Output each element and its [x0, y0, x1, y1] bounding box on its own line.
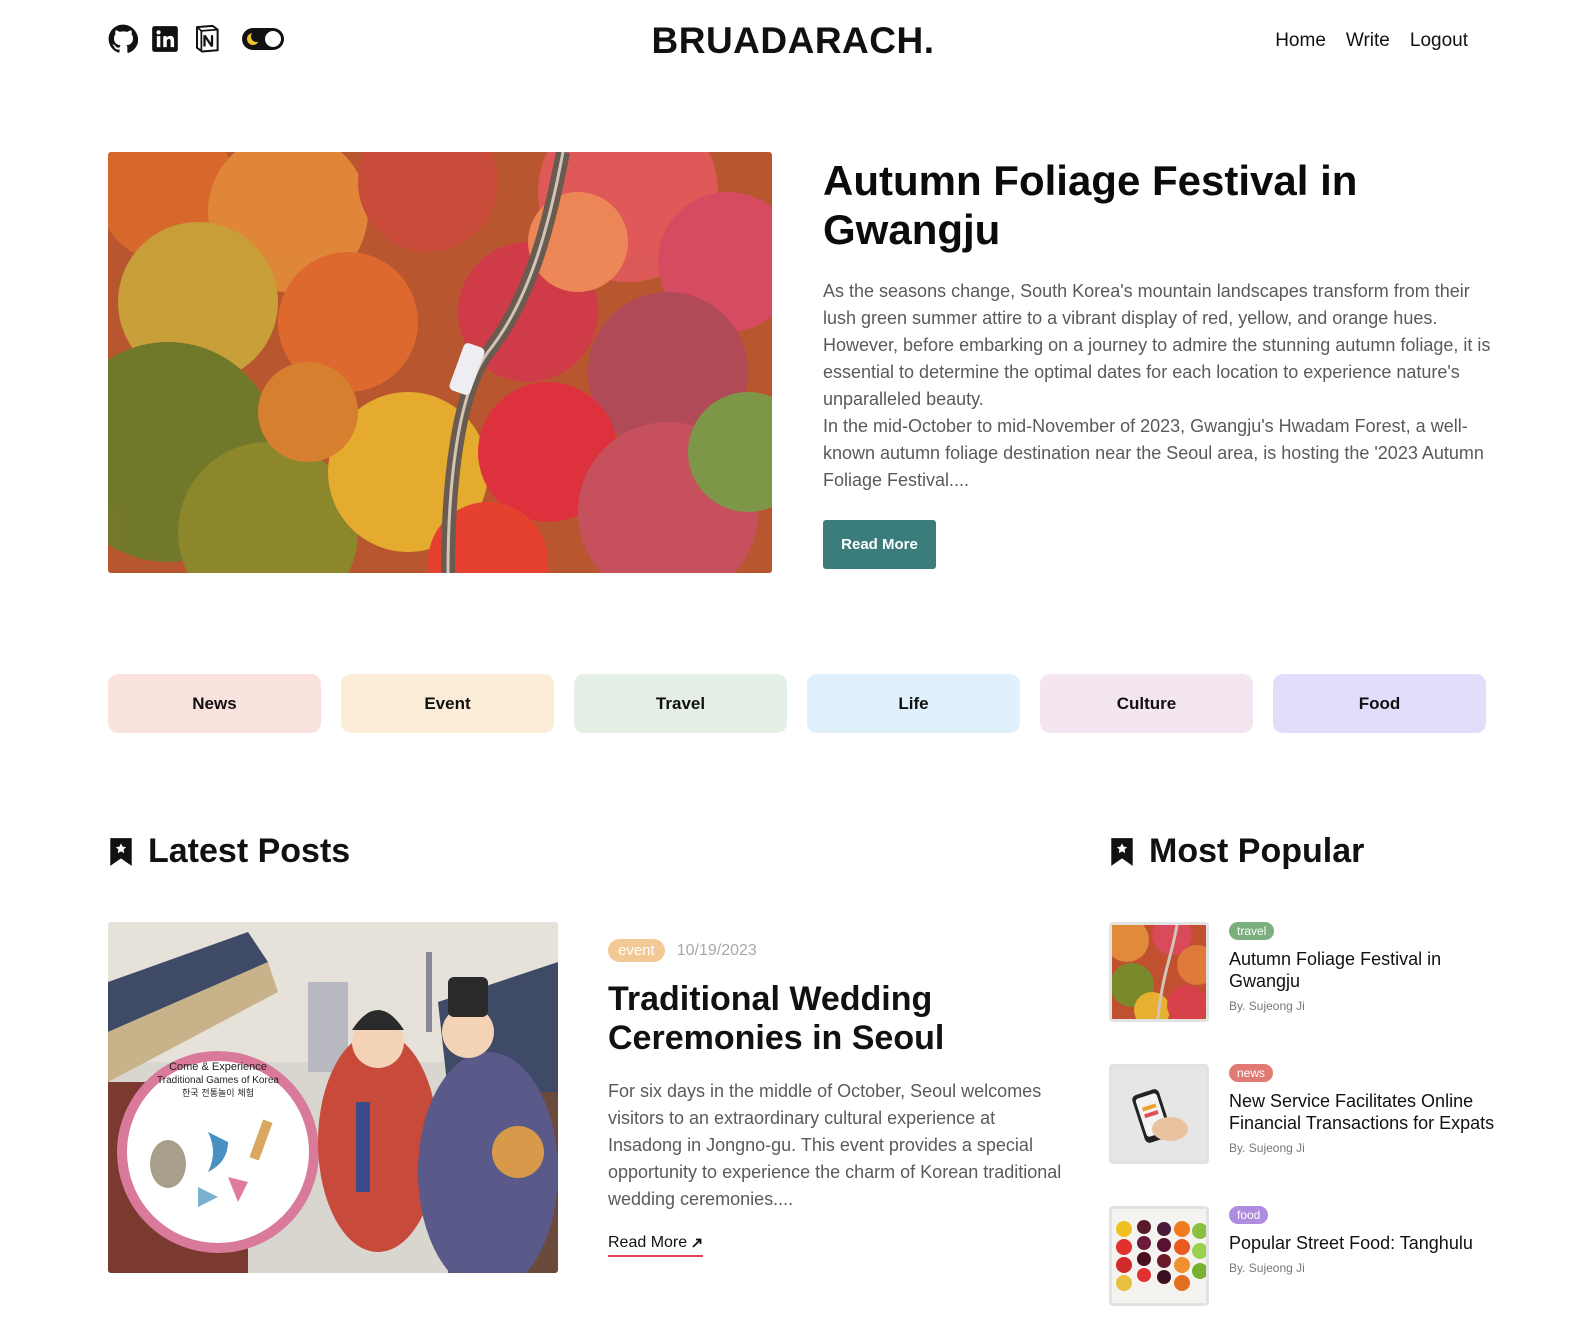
nav-logout[interactable]: Logout — [1410, 30, 1468, 52]
popular-author: By. Sujeong Ji — [1229, 1261, 1305, 1275]
category-label: Food — [1358, 693, 1401, 713]
image-caption-3: 한국 전통놀이 체험 — [182, 1088, 254, 1099]
category-label: Travel — [655, 693, 706, 713]
post-date: 10/19/2023 — [676, 941, 757, 959]
category-life[interactable]: Life — [807, 674, 1020, 733]
popular-title[interactable]: Autumn Foliage Festival in Gwangju — [1229, 948, 1499, 992]
hero-excerpt: As the seasons change, South Korea's mou… — [823, 278, 1493, 494]
latest-post-excerpt: For six days in the middle of October, S… — [608, 1081, 1062, 1209]
popular-badge[interactable]: news — [1229, 1064, 1274, 1082]
arrow-up-right-icon — [692, 1238, 702, 1248]
post-meta: event 10/19/2023 — [608, 939, 757, 962]
nav-write[interactable]: Write — [1346, 30, 1390, 52]
latest-posts-heading: Latest Posts — [108, 832, 350, 871]
nav-home[interactable]: Home — [1275, 30, 1326, 52]
hero-title[interactable]: Autumn Foliage Festival in Gwangju — [823, 156, 1523, 254]
latest-posts-title: Latest Posts — [148, 832, 351, 870]
category-label: Life — [898, 693, 929, 713]
hero-paragraph-1: As the seasons change, South Korea's mou… — [823, 281, 1491, 409]
popular-info: travel Autumn Foliage Festival in Gwangj… — [1229, 922, 1499, 1013]
hero-paragraph-2: In the mid-October to mid-November of 20… — [823, 416, 1484, 490]
main-nav: Home Write Logout — [1275, 30, 1468, 52]
category-bar: News Event Travel Life Culture Food — [108, 674, 1486, 733]
bookmark-icon — [110, 837, 132, 866]
latest-read-more-link[interactable]: Read More — [608, 1234, 704, 1257]
popular-info: food Popular Street Food: Tanghulu By. S… — [1229, 1206, 1499, 1275]
category-food[interactable]: Food — [1273, 674, 1486, 733]
popular-title[interactable]: Popular Street Food: Tanghulu — [1229, 1232, 1499, 1254]
popular-author: By. Sujeong Ji — [1229, 1141, 1305, 1155]
latest-post-title[interactable]: Traditional Wedding Ceremonies in Seoul — [608, 980, 1068, 1058]
most-popular-heading: Most Popular — [1109, 832, 1364, 871]
popular-badge[interactable]: travel — [1229, 922, 1275, 940]
category-label: Culture — [1116, 693, 1177, 713]
hero-read-more-button[interactable]: Read More — [823, 520, 936, 569]
image-caption-1: Come & Experience — [169, 1061, 267, 1073]
popular-info: news New Service Facilitates Online Fina… — [1229, 1064, 1499, 1155]
site-header: BRUADARACH. Home Write Logout — [0, 0, 1586, 86]
popular-thumbnail[interactable] — [1109, 1206, 1209, 1306]
category-travel[interactable]: Travel — [574, 674, 787, 733]
read-more-label: Read More — [608, 1234, 688, 1251]
bookmark-icon — [1111, 837, 1133, 866]
category-label: Event — [424, 693, 471, 713]
most-popular-title: Most Popular — [1149, 832, 1365, 870]
popular-author: By. Sujeong Ji — [1229, 999, 1305, 1013]
category-event[interactable]: Event — [341, 674, 554, 733]
popular-title[interactable]: New Service Facilitates Online Financial… — [1229, 1090, 1499, 1134]
category-badge[interactable]: event — [608, 939, 665, 962]
category-culture[interactable]: Culture — [1040, 674, 1253, 733]
hero-image[interactable] — [108, 152, 772, 573]
image-caption-2: Traditional Games of Korea — [157, 1075, 279, 1086]
category-label: News — [192, 693, 237, 713]
popular-badge[interactable]: food — [1229, 1206, 1269, 1224]
category-news[interactable]: News — [108, 674, 321, 733]
latest-post-image[interactable]: Come & Experience Traditional Games of K… — [108, 922, 558, 1273]
popular-thumbnail[interactable] — [1109, 1064, 1209, 1164]
popular-thumbnail[interactable] — [1109, 922, 1209, 1022]
